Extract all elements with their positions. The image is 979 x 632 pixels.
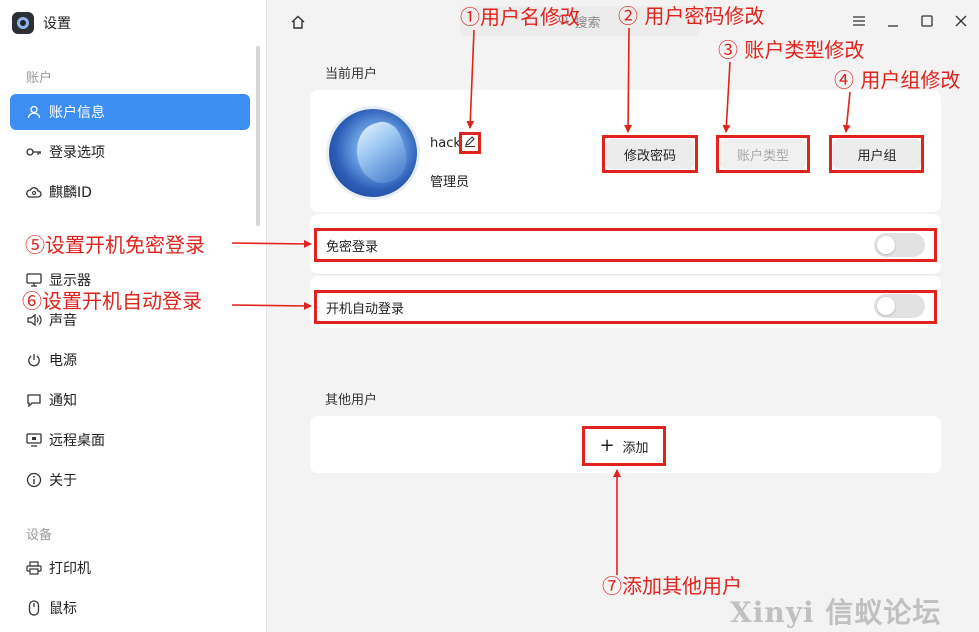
sidebar-item-notification[interactable]: 通知	[10, 382, 250, 418]
sidebar-item-label: 通知	[49, 393, 77, 409]
sidebar-item-label: 鼠标	[49, 601, 77, 617]
home-icon[interactable]	[288, 12, 308, 32]
sidebar-item-about[interactable]: 关于	[10, 462, 250, 498]
sidebar-item-label: 关于	[49, 473, 77, 489]
auto-login-toggle[interactable]	[874, 294, 925, 318]
other-users-title: 其他用户	[325, 393, 378, 408]
printer-icon	[25, 559, 43, 577]
menu-icon[interactable]	[848, 10, 870, 32]
settings-app-icon	[12, 12, 34, 34]
sidebar-item-printer[interactable]: 打印机	[10, 550, 250, 586]
change-password-button[interactable]: 修改密码	[606, 139, 694, 169]
sidebar-item-account-info[interactable]: 账户信息	[10, 94, 250, 130]
sidebar-item-power[interactable]: 电源	[10, 342, 250, 378]
sidebar-item-label: 电源	[49, 353, 77, 369]
passwordless-login-label: 免密登录	[326, 240, 379, 255]
cloud-id-icon	[25, 183, 43, 201]
passwordless-login-toggle[interactable]	[874, 233, 925, 257]
annotation-7: ⑦添加其他用户	[602, 574, 742, 598]
sidebar: 设置 账户 账户信息 登录选项 麒麟ID 显示器 声音 电源 通知 远程桌面 关…	[0, 0, 267, 632]
sidebar-scrollbar[interactable]	[256, 46, 260, 226]
remote-desktop-icon	[25, 431, 43, 449]
minimize-icon[interactable]	[882, 10, 904, 32]
sidebar-item-mouse[interactable]: 鼠标	[10, 590, 250, 626]
add-user-button[interactable]: + 添加	[586, 430, 662, 462]
maximize-icon[interactable]	[916, 10, 938, 32]
section-title-account: 账户	[26, 71, 53, 86]
key-icon	[25, 143, 43, 161]
user-group-button[interactable]: 用户组	[833, 139, 921, 169]
close-icon[interactable]	[950, 10, 972, 32]
sidebar-item-label: 声音	[49, 313, 77, 329]
mouse-icon	[25, 599, 43, 617]
plus-icon: +	[599, 435, 615, 456]
app-header: 设置	[12, 10, 71, 36]
sidebar-item-label: 显示器	[49, 273, 91, 289]
notification-icon	[25, 391, 43, 409]
avatar[interactable]	[326, 106, 420, 200]
row-divider	[310, 274, 941, 275]
annotation-6: ⑥设置开机自动登录	[22, 289, 202, 313]
sidebar-item-label: 麒麟ID	[49, 185, 92, 201]
sidebar-item-label: 远程桌面	[49, 433, 105, 449]
monitor-icon	[25, 271, 43, 289]
app-title: 设置	[43, 16, 71, 32]
add-user-label: 添加	[622, 440, 649, 456]
sidebar-item-label: 登录选项	[49, 145, 105, 161]
sidebar-item-label: 打印机	[49, 561, 91, 577]
watermark: Xinyi 信蚁论坛	[730, 596, 942, 629]
edit-username-icon[interactable]	[463, 135, 477, 149]
annotation-4: ④ 用户组修改	[834, 68, 961, 92]
sidebar-item-login-options[interactable]: 登录选项	[10, 134, 250, 170]
user-role: 管理员	[430, 175, 470, 190]
speaker-icon	[25, 311, 43, 329]
annotation-5: ⑤设置开机免密登录	[25, 233, 205, 257]
sidebar-item-remote-desktop[interactable]: 远程桌面	[10, 422, 250, 458]
info-icon	[25, 471, 43, 489]
sidebar-item-label: 账户信息	[49, 105, 105, 121]
username: hack	[430, 136, 461, 151]
sidebar-item-kylin-id[interactable]: 麒麟ID	[10, 174, 250, 210]
user-icon	[25, 103, 43, 121]
annotation-2: ② 用户密码修改	[618, 4, 765, 28]
passwordless-login-row	[310, 214, 941, 274]
annotation-3: ③ 账户类型修改	[718, 38, 865, 62]
auto-login-row	[310, 276, 941, 328]
auto-login-label: 开机自动登录	[326, 302, 405, 317]
section-title-device: 设备	[26, 528, 53, 543]
current-user-title: 当前用户	[325, 67, 378, 82]
annotation-1: ①用户名修改	[460, 5, 580, 29]
power-icon	[25, 351, 43, 369]
account-type-button[interactable]: 账户类型	[720, 139, 806, 169]
